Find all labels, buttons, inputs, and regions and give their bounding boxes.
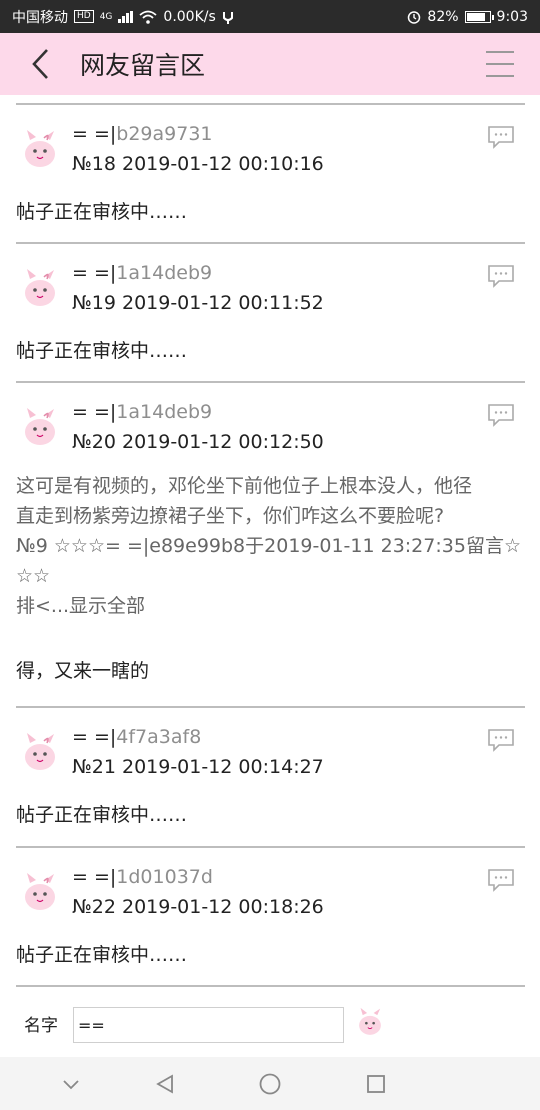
nav-back-button[interactable] (152, 1071, 178, 1097)
nav-recents-button[interactable] (363, 1071, 389, 1097)
name-label: 名字 (24, 1016, 58, 1036)
comment-item: = =|b29a9731 №18 2019-01-12 00:10:16 帖子正… (16, 105, 525, 244)
comment-meta: №21 2019-01-12 00:14:27 (72, 756, 324, 778)
comment-item: = =|4f7a3af8 №21 2019-01-12 00:14:27 帖子正… (16, 708, 525, 847)
avatar-icon (25, 873, 55, 910)
emoji-avatar-icon[interactable] (355, 1005, 385, 1037)
comment-item: = =|1a14deb9 №20 2019-01-12 00:12:50 这可是… (16, 383, 525, 708)
quote-line: №9 ☆☆☆= =|e89e99b8于2019-01-11 23:27:35留言… (16, 535, 521, 557)
nav-home-button[interactable] (257, 1071, 283, 1097)
user-id: 1a14deb9 (116, 262, 213, 284)
alarm-icon (408, 10, 421, 24)
reply-icon[interactable] (487, 125, 515, 149)
app-header: 网友留言区 (0, 33, 540, 95)
reply-icon[interactable] (487, 728, 515, 752)
comment-meta: №20 2019-01-12 00:12:50 (72, 431, 324, 453)
carrier-name: 中国移动 (12, 9, 68, 26)
avatar-icon (25, 408, 55, 445)
comment-item: = =|1a14deb9 №19 2019-01-12 00:11:52 帖子正… (16, 244, 525, 383)
menu-button[interactable] (486, 51, 514, 77)
hd-badge: HD (74, 10, 94, 23)
comment-body: 得，又来一瞎的 (16, 660, 150, 682)
user-id: 1a14deb9 (116, 401, 213, 423)
comment-meta: №22 2019-01-12 00:18:26 (72, 896, 324, 918)
hamburger-menu-icon (486, 51, 514, 53)
quote-line: ☆☆ (16, 565, 51, 587)
usb-icon (222, 11, 233, 24)
reply-icon[interactable] (487, 403, 515, 427)
square-recents-icon (367, 1075, 385, 1093)
comment-meta: №18 2019-01-12 00:10:16 (72, 153, 324, 175)
signal-icon (118, 10, 134, 23)
battery-percent: 82% (427, 8, 459, 25)
quote-line: 直走到杨紫旁边撩裙子坐下，你们咋这么不要脸呢? (16, 505, 445, 527)
comment-user: = =|1a14deb9 (72, 262, 213, 284)
user-id: 1d01037d (116, 866, 213, 888)
reply-icon[interactable] (487, 868, 515, 892)
page-title: 网友留言区 (80, 51, 206, 80)
show-all-link[interactable]: 排<...显示全部 (16, 591, 525, 621)
comment-user: = =|4f7a3af8 (72, 726, 202, 748)
avatar-icon (25, 269, 55, 306)
comment-body: 帖子正在审核中…… (16, 201, 188, 223)
comment-list[interactable]: = =|b29a9731 №18 2019-01-12 00:10:16 帖子正… (0, 95, 540, 987)
battery-icon (464, 10, 494, 23)
quoted-comment: 这可是有视频的，邓伦坐下前他位子上根本没人，他径 直走到杨紫旁边撩裙子坐下，你们… (16, 471, 525, 621)
system-nav-bar (0, 1057, 540, 1110)
avatar-icon (25, 130, 55, 167)
reply-icon[interactable] (487, 264, 515, 288)
avatar-icon (25, 733, 55, 770)
comment-body: 帖子正在审核中…… (16, 804, 188, 826)
chevron-down-icon (63, 1080, 79, 1090)
comment-body: 帖子正在审核中…… (16, 944, 188, 966)
comment-user: = =|b29a9731 (72, 123, 213, 145)
user-id: 4f7a3af8 (116, 726, 202, 748)
status-bar: 中国移动 HD 4G 0.00K/s 82% 9:03 (0, 0, 540, 33)
comment-user: = =|1a14deb9 (72, 401, 213, 423)
comment-meta: №19 2019-01-12 00:11:52 (72, 292, 324, 314)
wifi-icon (139, 10, 157, 24)
circle-home-icon (259, 1073, 281, 1095)
chevron-left-icon (32, 49, 48, 79)
comment-item: = =|1d01037d №22 2019-01-12 00:18:26 帖子正… (16, 848, 525, 987)
comment-user: = =|1d01037d (72, 866, 213, 888)
triangle-back-icon (156, 1074, 173, 1094)
comment-body: 帖子正在审核中…… (16, 340, 188, 362)
quote-line: 这可是有视频的，邓伦坐下前他位子上根本没人，他径 (16, 475, 473, 497)
comment-input-bar: 名字 (0, 987, 540, 1057)
network-type: 4G (99, 11, 113, 22)
name-input[interactable] (73, 1007, 344, 1043)
back-button[interactable] (0, 33, 80, 95)
clock: 9:03 (496, 8, 528, 25)
net-speed: 0.00K/s (163, 8, 216, 25)
user-id: b29a9731 (116, 123, 213, 145)
nav-hide-button[interactable] (58, 1071, 84, 1097)
